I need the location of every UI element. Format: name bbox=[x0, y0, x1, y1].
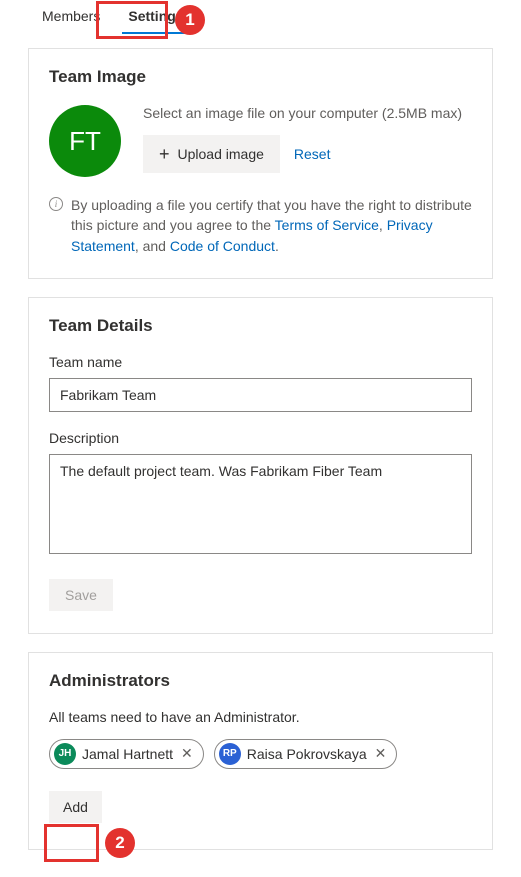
tab-members[interactable]: Members bbox=[28, 0, 114, 34]
terms-of-service-link[interactable]: Terms of Service bbox=[275, 217, 379, 233]
description-label: Description bbox=[49, 430, 472, 446]
team-avatar: FT bbox=[49, 105, 121, 177]
administrators-panel: Administrators All teams need to have an… bbox=[28, 652, 493, 850]
administrators-note: All teams need to have an Administrator. bbox=[49, 709, 472, 725]
admin-chip: RP Raisa Pokrovskaya ✕ bbox=[214, 739, 398, 769]
remove-admin-icon[interactable]: ✕ bbox=[179, 745, 195, 762]
reset-link[interactable]: Reset bbox=[294, 146, 331, 162]
team-image-heading: Team Image bbox=[49, 67, 472, 87]
team-details-panel: Team Details Team name Description Save bbox=[28, 297, 493, 634]
administrators-heading: Administrators bbox=[49, 671, 472, 691]
upload-image-label: Upload image bbox=[178, 146, 264, 162]
upload-disclaimer: By uploading a file you certify that you… bbox=[71, 195, 472, 256]
administrators-list: JH Jamal Hartnett ✕ RP Raisa Pokrovskaya ✕ bbox=[49, 739, 472, 769]
admin-avatar: RP bbox=[219, 743, 241, 765]
add-administrator-button[interactable]: Add bbox=[49, 791, 102, 823]
team-details-heading: Team Details bbox=[49, 316, 472, 336]
admin-chip: JH Jamal Hartnett ✕ bbox=[49, 739, 204, 769]
team-name-label: Team name bbox=[49, 354, 472, 370]
team-name-input[interactable] bbox=[49, 378, 472, 412]
admin-name: Raisa Pokrovskaya bbox=[247, 746, 367, 762]
upload-image-button[interactable]: + Upload image bbox=[143, 135, 280, 173]
tabs: Members Settings bbox=[0, 0, 521, 34]
code-of-conduct-link[interactable]: Code of Conduct bbox=[170, 238, 275, 254]
remove-admin-icon[interactable]: ✕ bbox=[373, 745, 389, 762]
admin-name: Jamal Hartnett bbox=[82, 746, 173, 762]
team-image-panel: Team Image FT Select an image file on yo… bbox=[28, 48, 493, 279]
admin-avatar: JH bbox=[54, 743, 76, 765]
save-button[interactable]: Save bbox=[49, 579, 113, 611]
description-input[interactable] bbox=[49, 454, 472, 554]
plus-icon: + bbox=[159, 145, 170, 163]
info-icon: i bbox=[49, 197, 63, 211]
tab-settings[interactable]: Settings bbox=[114, 0, 197, 34]
upload-hint: Select an image file on your computer (2… bbox=[143, 105, 472, 121]
